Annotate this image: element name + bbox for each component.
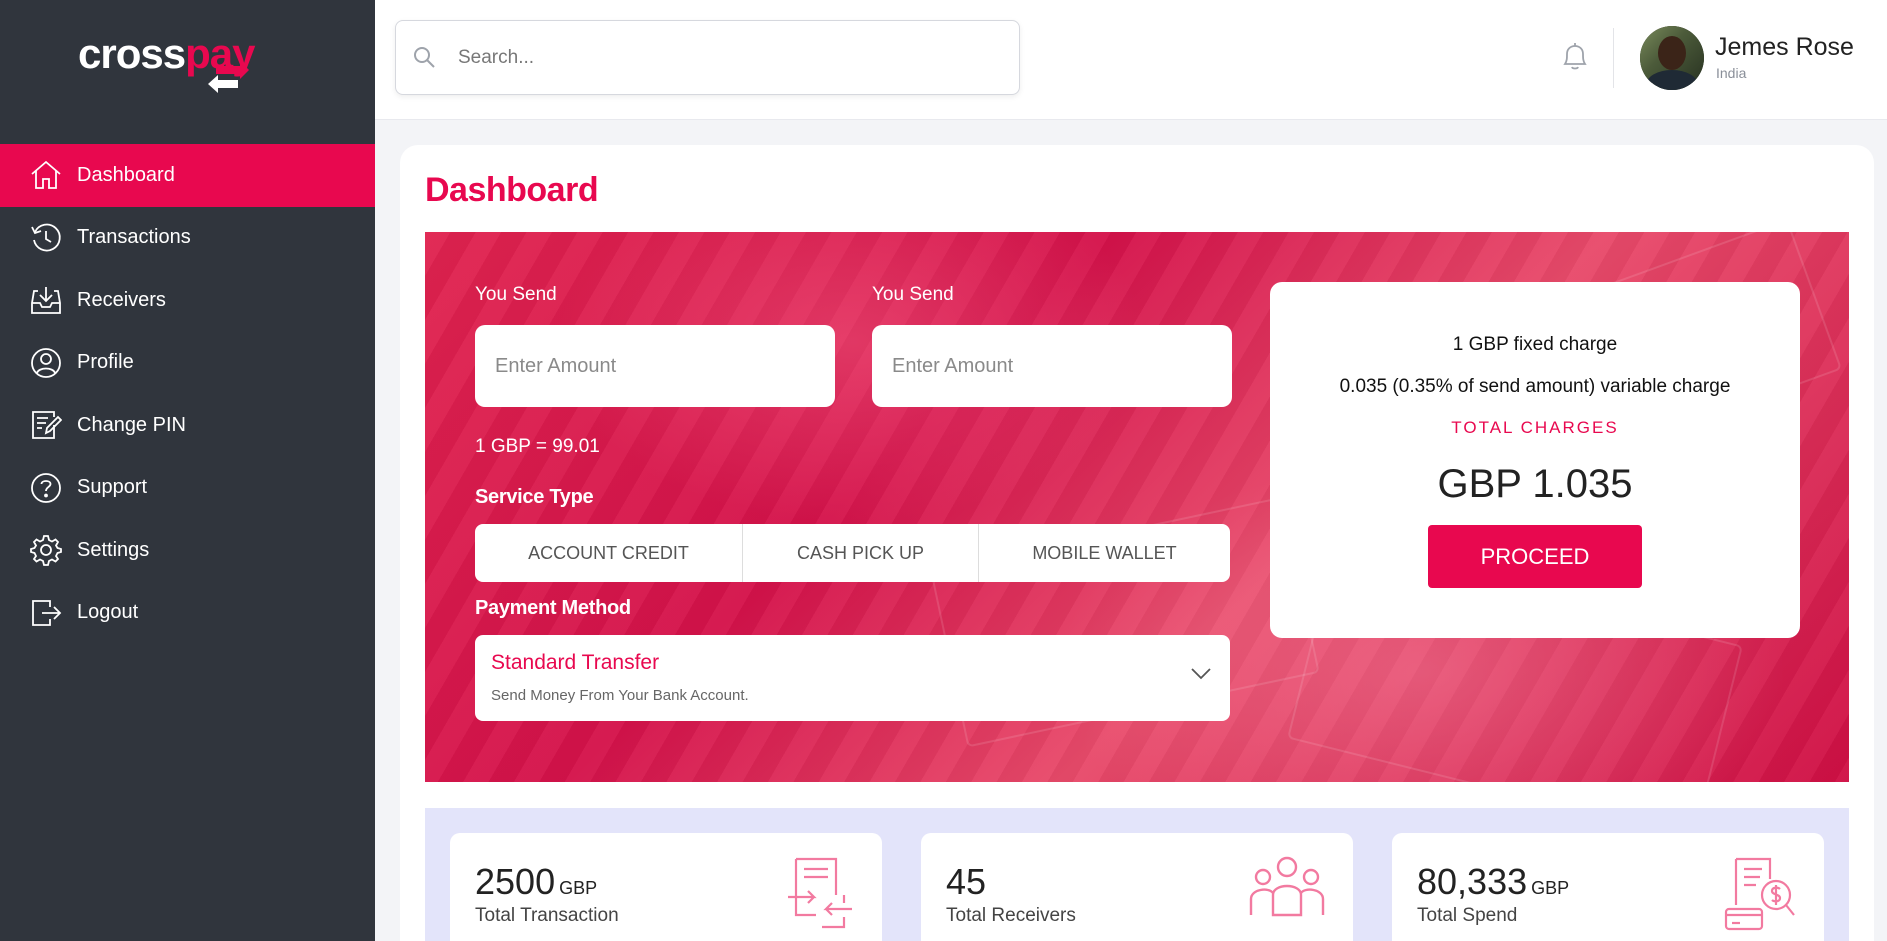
payment-method-dropdown[interactable]: Standard Transfer Send Money From Your B… bbox=[475, 635, 1230, 721]
stat-value: 80,333 bbox=[1417, 861, 1528, 902]
bell-icon[interactable] bbox=[1561, 40, 1589, 77]
question-circle-icon bbox=[28, 470, 64, 506]
invoice-dollar-icon bbox=[1722, 855, 1796, 938]
sidebar-item-label: Support bbox=[77, 476, 148, 499]
stat-card-total-transaction[interactable]: 2500 GBP Total Transaction bbox=[450, 833, 882, 941]
header-divider bbox=[1613, 28, 1614, 88]
stat-label: Total Receivers bbox=[946, 905, 1076, 926]
sidebar: crosspay Dashboard Transactions Receiver… bbox=[0, 0, 375, 941]
sidebar-item-profile[interactable]: Profile bbox=[0, 332, 375, 395]
stat-card-total-spend[interactable]: 80,333 GBP Total Spend bbox=[1392, 833, 1824, 941]
you-send-label: You Send bbox=[475, 284, 557, 305]
chevron-down-icon bbox=[1190, 667, 1212, 686]
payment-method-description: Send Money From Your Bank Account. bbox=[491, 687, 749, 704]
proceed-button[interactable]: PROCEED bbox=[1428, 525, 1642, 588]
service-option-mobile-wallet[interactable]: MOBILE WALLET bbox=[979, 524, 1230, 582]
sidebar-item-label: Dashboard bbox=[77, 163, 175, 186]
history-icon bbox=[28, 220, 64, 256]
stat-value: 45 bbox=[946, 861, 987, 902]
total-charges-value: GBP 1.035 bbox=[1437, 462, 1633, 506]
stat-value: 2500 bbox=[475, 861, 556, 902]
stat-label: Total Transaction bbox=[475, 905, 619, 926]
service-type-selector: ACCOUNT CREDIT CASH PICK UP MOBILE WALLE… bbox=[475, 524, 1230, 582]
transfer-document-icon bbox=[786, 855, 854, 936]
you-send-label-2: You Send bbox=[872, 284, 954, 305]
service-option-cash-pick-up[interactable]: CASH PICK UP bbox=[743, 524, 979, 582]
search-icon bbox=[412, 45, 436, 74]
exchange-rate: 1 GBP = 99.01 bbox=[475, 436, 600, 457]
payment-method-title: Payment Method bbox=[475, 597, 631, 619]
sidebar-item-receivers[interactable]: Receivers bbox=[0, 269, 375, 332]
send-amount-input[interactable] bbox=[475, 325, 835, 407]
send-money-panel: You Send You Send 1 GBP = 99.01 Service … bbox=[425, 232, 1849, 782]
stat-card-total-receivers[interactable]: 45 Total Receivers bbox=[921, 833, 1353, 941]
sidebar-item-dashboard[interactable]: Dashboard bbox=[0, 144, 375, 207]
stats-row: 2500 GBP Total Transaction 45 Total Recei… bbox=[425, 808, 1849, 941]
exchange-arrows-icon bbox=[208, 61, 249, 93]
gear-icon bbox=[28, 532, 64, 568]
logo-text-cross: cross bbox=[78, 30, 186, 77]
sidebar-item-change-pin[interactable]: Change PIN bbox=[0, 394, 375, 457]
search-input[interactable] bbox=[458, 39, 998, 77]
sidebar-item-logout[interactable]: Logout bbox=[0, 582, 375, 645]
page-title: Dashboard bbox=[425, 171, 599, 209]
user-location: India bbox=[1716, 65, 1747, 81]
top-header: Jemes Rose India bbox=[375, 0, 1887, 120]
stat-unit: GBP bbox=[1531, 878, 1570, 898]
sidebar-item-label: Settings bbox=[77, 538, 150, 561]
logout-icon bbox=[28, 595, 64, 631]
total-charges-label: TOTAL CHARGES bbox=[1451, 418, 1619, 437]
crosspay-logo[interactable]: crosspay bbox=[78, 30, 288, 100]
sidebar-item-label: Transactions bbox=[77, 226, 191, 249]
charges-summary-card: 1 GBP fixed charge 0.035 (0.35% of send … bbox=[1270, 282, 1800, 638]
payment-method-selected: Standard Transfer bbox=[491, 651, 660, 674]
sidebar-item-label: Logout bbox=[77, 601, 139, 624]
sidebar-item-label: Receivers bbox=[77, 288, 166, 311]
stat-label: Total Spend bbox=[1417, 905, 1518, 926]
service-type-title: Service Type bbox=[475, 486, 594, 508]
sidebar-item-settings[interactable]: Settings bbox=[0, 519, 375, 582]
user-circle-icon bbox=[28, 345, 64, 381]
avatar[interactable] bbox=[1640, 26, 1704, 90]
receive-amount-input[interactable] bbox=[872, 325, 1232, 407]
stat-unit: GBP bbox=[559, 878, 598, 898]
search-box bbox=[395, 20, 1020, 95]
sidebar-item-transactions[interactable]: Transactions bbox=[0, 207, 375, 270]
sidebar-item-label: Change PIN bbox=[77, 413, 186, 436]
service-option-account-credit[interactable]: ACCOUNT CREDIT bbox=[475, 524, 743, 582]
sidebar-item-support[interactable]: Support bbox=[0, 457, 375, 520]
variable-charge-text: 0.035 (0.35% of send amount) variable ch… bbox=[1339, 376, 1731, 397]
sidebar-item-label: Profile bbox=[77, 351, 134, 374]
user-name[interactable]: Jemes Rose bbox=[1715, 33, 1854, 62]
edit-note-icon bbox=[28, 407, 64, 443]
main-card: Dashboard You Send You Send 1 GBP = 99.0… bbox=[400, 145, 1874, 941]
sidebar-nav: Dashboard Transactions Receivers Profile… bbox=[0, 144, 375, 644]
fixed-charge-text: 1 GBP fixed charge bbox=[1452, 334, 1618, 355]
inbox-download-icon bbox=[28, 282, 64, 318]
users-group-icon bbox=[1249, 855, 1325, 924]
home-icon bbox=[28, 157, 64, 193]
